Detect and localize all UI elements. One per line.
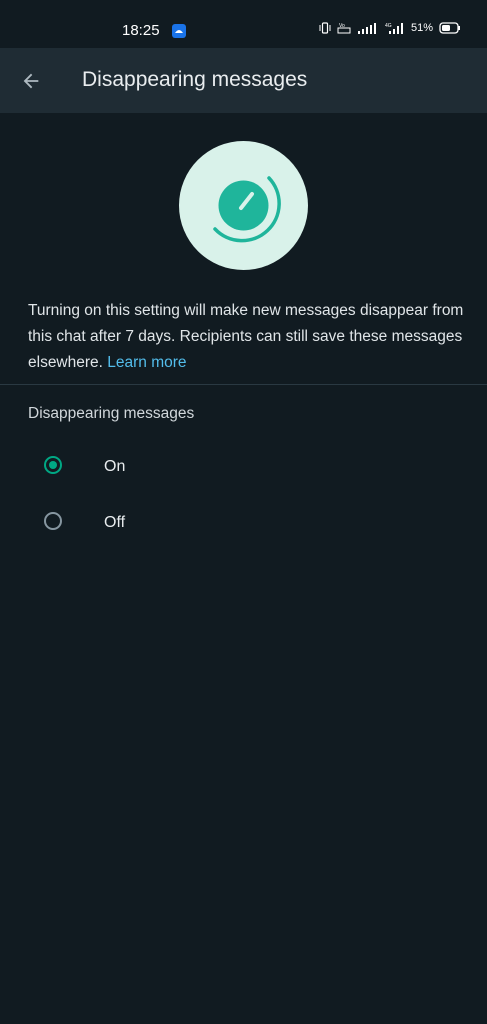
arrow-left-icon <box>23 73 39 89</box>
option-label-off: Off <box>104 514 126 531</box>
divider <box>0 384 487 385</box>
description-text: Turning on this setting will make new me… <box>28 298 464 376</box>
mobile-data-signal-icon: 4G <box>385 22 405 34</box>
status-time: 18:25 <box>122 22 160 39</box>
option-off[interactable]: Off <box>0 496 487 550</box>
description-body: Turning on this setting will make new me… <box>28 302 464 371</box>
battery-percentage: 51% <box>410 22 433 34</box>
option-label-on: On <box>104 458 126 475</box>
page-title: Disappearing messages <box>82 68 308 91</box>
radio-off-unchecked[interactable] <box>44 512 62 530</box>
svg-text:Vo: Vo <box>339 23 345 29</box>
signal-icon <box>357 22 379 34</box>
status-indicators: Vo 4G 51% <box>319 22 461 34</box>
section-label: Disappearing messages <box>28 405 195 422</box>
option-on[interactable]: On <box>0 440 487 494</box>
status-bar: 18:25 Vo 4G 51% <box>0 0 487 48</box>
app-bar: Disappearing messages <box>0 48 487 113</box>
vibrate-icon <box>319 22 331 34</box>
volte-icon: Vo <box>337 22 351 34</box>
svg-text:4G: 4G <box>385 23 392 29</box>
disappearing-timer-illustration <box>179 141 308 270</box>
timer-icon <box>213 176 281 243</box>
radio-on-checked[interactable] <box>44 456 62 474</box>
learn-more-link[interactable]: Learn more <box>107 354 186 371</box>
battery-icon <box>439 22 461 34</box>
back-button[interactable] <box>14 64 48 98</box>
notification-app-icon <box>172 24 186 38</box>
